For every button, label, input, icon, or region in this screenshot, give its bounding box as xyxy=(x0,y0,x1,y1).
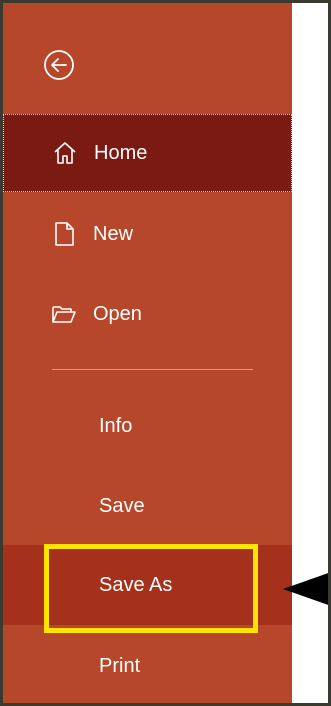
sidebar-item-home[interactable]: Home xyxy=(3,114,292,192)
sidebar-item-save[interactable]: Save xyxy=(3,467,292,545)
sidebar-divider xyxy=(52,369,253,370)
pointer-arrow-icon xyxy=(283,573,328,605)
backstage-sidebar: Home New Open Info Save Save As Print xyxy=(3,3,292,703)
sidebar-item-new[interactable]: New xyxy=(3,195,292,273)
open-folder-icon xyxy=(50,300,78,328)
sidebar-item-label: Print xyxy=(99,654,141,677)
sidebar-item-label: Info xyxy=(99,414,133,437)
sidebar-item-save-as[interactable]: Save As xyxy=(3,545,292,625)
sidebar-item-label: New xyxy=(93,222,134,245)
content-header xyxy=(292,3,328,109)
sidebar-item-info[interactable]: Info xyxy=(3,387,292,465)
sidebar-item-label: Open xyxy=(93,302,142,325)
backstage-window: ʼ Home New Open Info Save Save As Print xyxy=(0,0,331,706)
sidebar-item-print[interactable]: Print xyxy=(3,627,292,703)
sidebar-item-open[interactable]: Open xyxy=(3,275,292,353)
sidebar-item-label: Home xyxy=(94,141,148,164)
sidebar-item-label: Save As xyxy=(99,573,173,596)
new-document-icon xyxy=(50,220,78,248)
back-button[interactable] xyxy=(43,49,75,81)
back-arrow-icon xyxy=(44,50,74,80)
sidebar-item-label: Save xyxy=(99,494,145,517)
home-icon xyxy=(51,139,79,167)
